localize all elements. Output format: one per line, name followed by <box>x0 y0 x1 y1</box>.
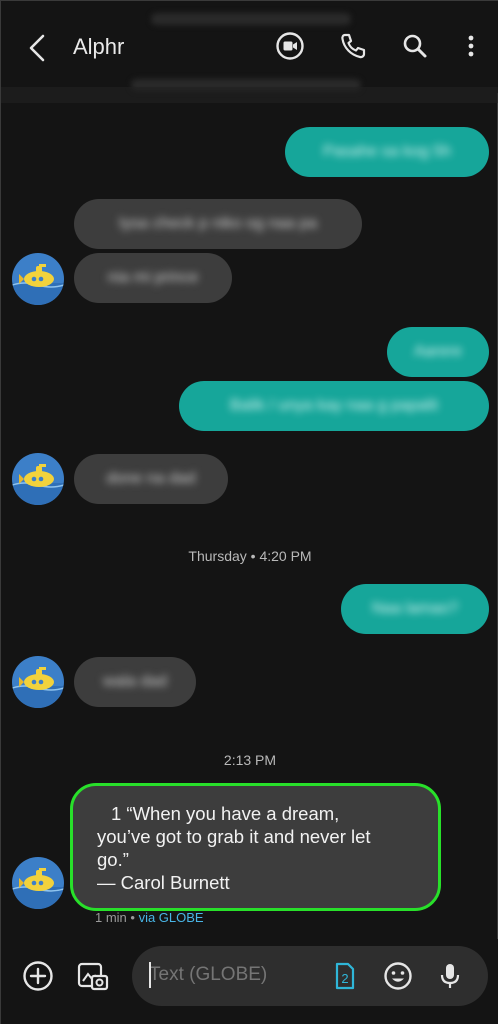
message-text: Aarere <box>413 343 463 360</box>
video-call-icon[interactable] <box>275 31 305 61</box>
date-separator: Thursday • 4:20 PM <box>188 548 312 564</box>
more-vert-icon[interactable] <box>456 31 486 61</box>
text-cursor <box>149 962 151 988</box>
quote-author: — Carol Burnett <box>97 872 230 893</box>
message-text: done na dad <box>106 470 196 487</box>
message-meta: 1 min • via GLOBE <box>95 910 204 925</box>
message-text: nia mi prince <box>107 269 199 286</box>
avatar-submarine-icon <box>12 264 64 305</box>
quote-line: 1 “When you have a dream, <box>111 803 340 824</box>
contact-avatar[interactable] <box>12 253 64 305</box>
contact-avatar[interactable] <box>12 857 64 909</box>
emoji-icon[interactable] <box>382 960 414 992</box>
message-input-container: 2 <box>132 946 488 1006</box>
message-outgoing[interactable]: Pasahe sa kog 5h <box>285 127 489 177</box>
add-icon[interactable] <box>21 959 55 993</box>
message-outgoing[interactable]: Naa lamao? <box>341 584 489 634</box>
sim-card-icon[interactable]: 2 <box>328 960 360 992</box>
contact-avatar[interactable] <box>12 453 64 505</box>
message-incoming[interactable]: done na dad <box>74 454 228 504</box>
avatar-submarine-icon <box>12 464 64 505</box>
blurred-status-text <box>151 13 351 25</box>
mic-icon[interactable] <box>434 960 466 992</box>
contact-name[interactable]: Alphr <box>73 34 124 60</box>
gallery-icon[interactable] <box>76 959 110 993</box>
conversation-header: Alphr <box>1 1 498 93</box>
message-outgoing[interactable]: Balik / unya kay naa g papalit <box>179 381 489 431</box>
message-input[interactable] <box>149 964 319 986</box>
message-incoming[interactable]: nia mi prince <box>74 253 232 303</box>
avatar-submarine-icon <box>12 868 64 909</box>
message-age: 1 min • <box>95 910 139 925</box>
message-text: Naa lamao? <box>371 600 459 617</box>
highlighted-quote-message[interactable]: 1 “When you have a dream, you’ve got to … <box>70 783 441 911</box>
message-text: Iysa check p niko og naa pa <box>118 215 318 232</box>
time-separator: 2:13 PM <box>223 752 277 768</box>
contact-avatar[interactable] <box>12 656 64 708</box>
message-via: via GLOBE <box>138 910 204 925</box>
message-incoming[interactable]: wala dad <box>74 657 196 707</box>
app-screen: Alphr Pasahe sa kog 5h Iysa check p niko… <box>0 0 498 1024</box>
search-icon[interactable] <box>400 31 430 61</box>
quote-line: go.” <box>97 849 129 870</box>
message-text: Pasahe sa kog 5h <box>322 143 452 160</box>
quote-line: you’ve got to grab it and never let <box>97 826 371 847</box>
header-divider <box>1 87 498 103</box>
message-outgoing[interactable]: Aarere <box>387 327 489 377</box>
message-text: Balik / unya kay naa g papalit <box>229 397 439 414</box>
back-arrow-icon[interactable] <box>23 31 53 65</box>
message-incoming[interactable]: Iysa check p niko og naa pa <box>74 199 362 249</box>
phone-icon[interactable] <box>338 31 368 61</box>
sim-badge: 2 <box>341 971 348 986</box>
message-text: wala dad <box>102 673 168 690</box>
avatar-submarine-icon <box>12 667 64 708</box>
